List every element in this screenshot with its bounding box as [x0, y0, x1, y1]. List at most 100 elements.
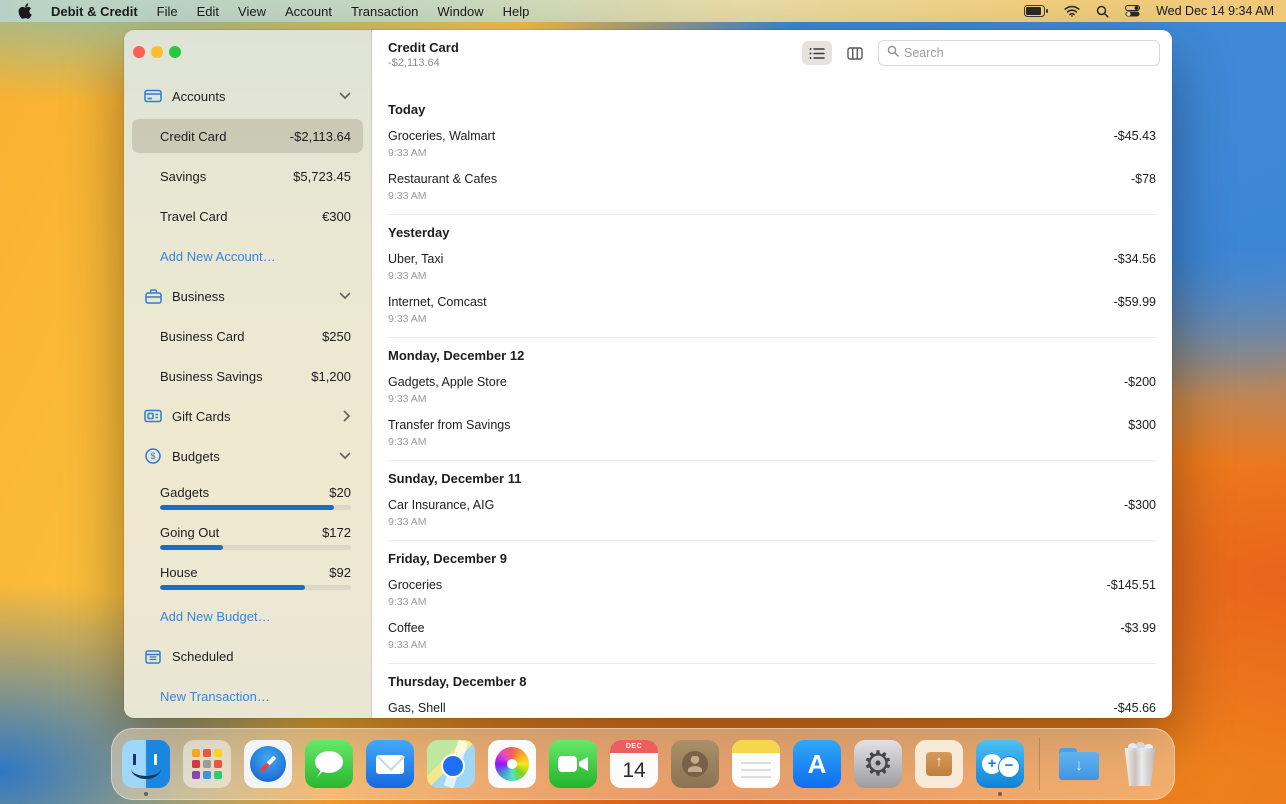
section-label: Scheduled [172, 649, 233, 664]
sidebar-section-accounts[interactable]: Accounts [124, 76, 371, 116]
wifi-icon[interactable] [1064, 5, 1080, 17]
dock-debit-credit-icon[interactable] [976, 740, 1024, 788]
add-new-budget-button[interactable]: Add New Budget… [124, 596, 371, 636]
transaction-row[interactable]: Groceries9:33 AM -$145.51 [388, 572, 1156, 615]
sidebar-item-travel-card[interactable]: Travel Card €300 [124, 196, 371, 236]
transaction-list[interactable]: Today Groceries, Walmart9:33 AM -$45.43 … [372, 92, 1172, 718]
budget-name: House [160, 565, 198, 580]
sidebar-item-business-card[interactable]: Business Card $250 [124, 316, 371, 356]
chevron-down-icon[interactable] [339, 452, 351, 460]
zoom-button[interactable] [169, 46, 181, 58]
transaction-amount: -$45.43 [1114, 129, 1156, 159]
transaction-group: Today Groceries, Walmart9:33 AM -$45.43 … [388, 92, 1156, 214]
new-transaction-button[interactable]: New Transaction… [124, 676, 371, 716]
sidebar-item-credit-card[interactable]: Credit Card -$2,113.64 [132, 119, 363, 153]
dock-system-settings-icon[interactable] [854, 740, 902, 788]
chevron-right-icon[interactable] [343, 410, 351, 422]
menu-help[interactable]: Help [503, 4, 530, 19]
dock-contacts-icon[interactable] [671, 740, 719, 788]
transaction-amount: -$78 [1131, 172, 1156, 202]
svg-text:$: $ [150, 451, 155, 461]
dock-safari-icon[interactable] [244, 740, 292, 788]
dock-maps-icon[interactable] [427, 740, 475, 788]
sidebar-section-business[interactable]: Business [124, 276, 371, 316]
transaction-row[interactable]: Transfer from Savings9:33 AM $300 [388, 412, 1156, 455]
transaction-row[interactable]: Uber, Taxi9:33 AM -$34.56 [388, 246, 1156, 289]
transaction-title: Restaurant & Cafes [388, 172, 1131, 186]
menu-view[interactable]: View [238, 4, 266, 19]
transaction-title: Gadgets, Apple Store [388, 375, 1124, 389]
sidebar: Accounts Credit Card -$2,113.64 Savings … [124, 30, 372, 718]
menu-file[interactable]: File [157, 4, 178, 19]
dock-trash-icon[interactable] [1116, 740, 1164, 788]
transaction-row[interactable]: Groceries, Walmart9:33 AM -$45.43 [388, 123, 1156, 166]
sidebar-section-budgets[interactable]: $ Budgets [124, 436, 371, 476]
section-label: Gift Cards [172, 409, 231, 424]
column-view-button[interactable] [840, 41, 870, 65]
transaction-title: Car Insurance, AIG [388, 498, 1124, 512]
budget-remaining: $172 [322, 525, 351, 540]
search-input[interactable] [904, 46, 1151, 60]
group-date: Sunday, December 11 [388, 468, 1156, 492]
transaction-row[interactable]: Internet, Comcast9:33 AM -$59.99 [388, 289, 1156, 332]
transaction-row[interactable]: Restaurant & Cafes9:33 AM -$78 [388, 166, 1156, 209]
sidebar-section-gift-cards[interactable]: Gift Cards [124, 396, 371, 436]
dock-deliveries-icon[interactable] [915, 740, 963, 788]
menu-transaction[interactable]: Transaction [351, 4, 418, 19]
transaction-amount: -$45.66 [1114, 701, 1156, 718]
content-pane: Credit Card -$2,113.64 [372, 30, 1172, 718]
battery-icon[interactable] [1024, 5, 1048, 17]
chevron-down-icon[interactable] [339, 92, 351, 100]
dock-finder-icon[interactable] [122, 740, 170, 788]
account-balance: €300 [322, 209, 351, 224]
spotlight-icon[interactable] [1096, 5, 1109, 18]
menu-clock[interactable]: Wed Dec 14 9:34 AM [1156, 4, 1274, 18]
budget-remaining: $92 [329, 565, 351, 580]
running-indicator [144, 792, 148, 796]
dock-mail-icon[interactable] [366, 740, 414, 788]
sidebar-item-savings[interactable]: Savings $5,723.45 [124, 156, 371, 196]
dock-launchpad-icon[interactable] [183, 740, 231, 788]
menu-account[interactable]: Account [285, 4, 332, 19]
add-new-account-button[interactable]: Add New Account… [124, 236, 371, 276]
account-balance: -$2,113.64 [290, 129, 351, 144]
sidebar-budget-house[interactable]: House $92 [124, 556, 371, 596]
list-view-button[interactable] [802, 41, 832, 65]
transaction-time: 9:33 AM [388, 436, 1128, 448]
close-button[interactable] [133, 46, 145, 58]
menu-app-name[interactable]: Debit & Credit [51, 4, 138, 19]
transaction-row[interactable]: Gadgets, Apple Store9:33 AM -$200 [388, 369, 1156, 412]
apple-menu-icon[interactable] [18, 3, 32, 19]
control-center-icon[interactable] [1125, 5, 1140, 17]
dock-downloads-folder-icon[interactable] [1055, 740, 1103, 788]
chevron-down-icon[interactable] [339, 292, 351, 300]
calendar-icon [144, 649, 162, 664]
menu-window[interactable]: Window [437, 4, 483, 19]
sidebar-item-scheduled[interactable]: Scheduled [124, 636, 371, 676]
minimize-button[interactable] [151, 46, 163, 58]
section-label: Budgets [172, 449, 220, 464]
dock-app-store-icon[interactable] [793, 740, 841, 788]
dock-messages-icon[interactable] [305, 740, 353, 788]
transaction-row[interactable]: Gas, Shell9:33 AM -$45.66 [388, 695, 1156, 718]
transaction-row[interactable]: Car Insurance, AIG9:33 AM -$300 [388, 492, 1156, 535]
app-window: Accounts Credit Card -$2,113.64 Savings … [124, 30, 1172, 718]
sidebar-budget-gadgets[interactable]: Gadgets $20 [124, 476, 371, 516]
dock-facetime-icon[interactable] [549, 740, 597, 788]
dock-calendar-icon[interactable]: DEC 14 [610, 740, 658, 788]
sidebar-item-business-savings[interactable]: Business Savings $1,200 [124, 356, 371, 396]
transaction-row[interactable]: Coffee9:33 AM -$3.99 [388, 615, 1156, 658]
search-field[interactable] [878, 40, 1160, 66]
menu-edit[interactable]: Edit [197, 4, 219, 19]
budget-name: Going Out [160, 525, 219, 540]
dock-notes-icon[interactable] [732, 740, 780, 788]
desktop: Debit & Credit File Edit View Account Tr… [0, 0, 1286, 804]
running-indicator [998, 792, 1002, 796]
search-icon [887, 44, 899, 62]
sidebar-budget-going-out[interactable]: Going Out $172 [124, 516, 371, 556]
gift-card-icon [144, 409, 162, 423]
transaction-time: 9:33 AM [388, 147, 1114, 159]
dock-photos-icon[interactable] [488, 740, 536, 788]
credit-card-icon [144, 89, 162, 103]
transaction-amount: -$34.56 [1114, 252, 1156, 282]
